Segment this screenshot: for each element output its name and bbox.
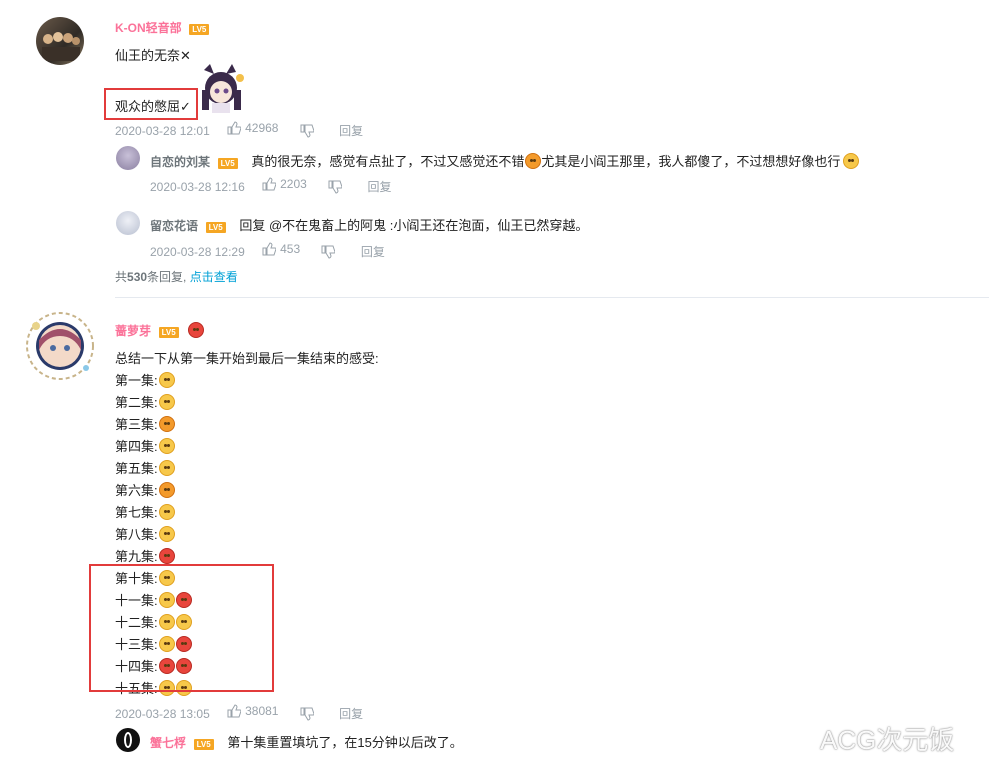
laughing-tears-emoji-icon: [843, 153, 860, 169]
avatar[interactable]: [36, 17, 84, 65]
username[interactable]: 蟹七桴: [150, 736, 186, 750]
level-badge: LV5: [189, 24, 210, 35]
episode-label: 第三集:: [115, 417, 158, 432]
comment-text-line: 仙王的无奈✕: [115, 48, 191, 63]
covering-mouth-emoji-icon: [158, 504, 175, 520]
level-badge: LV5: [193, 739, 214, 750]
divider: [115, 297, 989, 298]
highlight-box: [104, 88, 198, 120]
reply-row: 自恋的刘某 LV5 真的很无奈，感觉有点扯了，不过又感觉还不错 尤其是小阎王那里，…: [150, 151, 860, 170]
fan-medal-icon: [188, 322, 205, 338]
cry-emoji-icon: [158, 548, 175, 564]
reply-meta: 2020-03-28 12:29 453 回复: [150, 242, 385, 260]
level-badge: LV5: [158, 327, 179, 338]
timestamp: 2020-03-28 12:01: [115, 124, 210, 138]
avatar[interactable]: [116, 728, 140, 752]
anxious-emoji-icon: [158, 438, 175, 454]
thumbs-down-icon: [328, 180, 343, 194]
reply-text: 真的很无奈，感觉有点扯了，不过又感觉还不错: [251, 154, 525, 169]
comment-meta: 2020-03-28 12:01 42968 回复: [115, 121, 363, 139]
username[interactable]: 留恋花语: [150, 219, 198, 233]
episode-label: 第四集:: [115, 439, 158, 454]
episode-row: 第一集:: [115, 370, 175, 389]
reply-count: 530: [127, 270, 148, 284]
reply-text: 第十集重置填坑了，在15分钟以后改了。: [227, 735, 463, 750]
like-count: 42968: [245, 121, 279, 135]
username[interactable]: 自恋的刘某: [150, 155, 210, 169]
level-badge: LV5: [205, 222, 226, 233]
reply-button[interactable]: 回复: [339, 707, 363, 721]
comment-header: K-ON轻音部 LV5: [115, 19, 210, 36]
thumbs-up-icon: [262, 177, 277, 191]
thumbs-down-icon: [321, 245, 336, 259]
episode-row: 第三集:: [115, 414, 175, 433]
reply-button[interactable]: 回复: [339, 124, 363, 138]
comment-text-line: 总结一下从第一集开始到最后一集结束的感受:: [115, 351, 379, 366]
episode-label: 第五集:: [115, 461, 158, 476]
dislike-button[interactable]: [300, 124, 317, 138]
username[interactable]: 蔷萝芽: [115, 324, 151, 338]
comment-meta: 2020-03-28 13:05 38081 回复: [115, 704, 363, 722]
episode-row: 第五集:: [115, 458, 175, 477]
episode-label: 第九集:: [115, 549, 158, 564]
reply-row: 留恋花语 LV5 回复 @不在鬼畜上的阿鬼 :小阎王还在泡面，仙王已然穿越。: [150, 215, 588, 234]
thumbs-down-icon: [300, 707, 315, 721]
reply-meta: 2020-03-28 12:16 2203 回复: [150, 177, 392, 195]
reply-button[interactable]: 回复: [361, 245, 385, 259]
reply-text: 尤其是小阎王那里，我人都傻了，不过想想好像也行: [541, 154, 841, 169]
more-replies-suffix: 条回复,: [147, 270, 187, 284]
scared-emoji-icon: [158, 416, 175, 432]
more-replies-prefix: 共: [115, 270, 128, 284]
timestamp: 2020-03-28 12:29: [150, 245, 245, 259]
anime-girl-sticker-icon: [202, 64, 244, 113]
surprised-emoji-icon: [158, 394, 175, 410]
reply-button[interactable]: 回复: [367, 180, 391, 194]
episode-label: 第一集:: [115, 373, 158, 388]
reply-text: 回复 @不在鬼畜上的阿鬼 :小阎王还在泡面，仙王已然穿越。: [239, 218, 589, 233]
reply-row: 蟹七桴 LV5 第十集重置填坑了，在15分钟以后改了。: [150, 732, 463, 751]
thumbs-down-icon: [300, 124, 315, 138]
thumbs-up-icon: [262, 242, 277, 256]
avatar[interactable]: [24, 310, 96, 382]
episode-label: 第八集:: [115, 527, 158, 542]
dislike-button[interactable]: [328, 180, 345, 194]
username[interactable]: K-ON轻音部: [115, 21, 182, 35]
episode-row: 第四集:: [115, 436, 175, 455]
level-badge: LV5: [217, 158, 238, 169]
grin-emoji-icon: [158, 460, 175, 476]
smirk-emoji-icon: [158, 482, 175, 498]
highlight-box: [89, 564, 274, 692]
timestamp: 2020-03-28 12:16: [150, 180, 245, 194]
episode-row: 第七集:: [115, 502, 175, 521]
episode-label: 第七集:: [115, 505, 158, 520]
like-button[interactable]: 453: [262, 242, 300, 256]
shocked-emoji-icon: [158, 372, 175, 388]
like-count: 2203: [280, 177, 307, 191]
episode-row: 第六集:: [115, 480, 175, 499]
episode-row: 第八集:: [115, 524, 175, 543]
band-photo-icon: [42, 32, 80, 61]
view-replies-link[interactable]: 点击查看: [190, 270, 238, 284]
like-button[interactable]: 2203: [262, 177, 307, 191]
thumbs-up-icon: [227, 121, 242, 135]
episode-label: 第六集:: [115, 483, 158, 498]
thumbs-up-icon: [227, 704, 242, 718]
episode-row: 第九集:: [115, 546, 175, 565]
watermark: ACG次元饭: [820, 725, 955, 755]
dislike-button[interactable]: [321, 245, 338, 259]
comment-header: 蔷萝芽 LV5: [115, 322, 205, 339]
avatar[interactable]: [116, 146, 140, 170]
avatar[interactable]: [116, 211, 140, 235]
more-replies: 共530条回复, 点击查看: [115, 268, 238, 285]
timestamp: 2020-03-28 13:05: [115, 707, 210, 721]
smile-emoji-icon: [158, 526, 175, 542]
dislike-button[interactable]: [300, 707, 317, 721]
episode-label: 第二集:: [115, 395, 158, 410]
like-count: 453: [280, 242, 301, 256]
like-button[interactable]: 42968: [227, 121, 278, 135]
like-button[interactable]: 38081: [227, 704, 278, 718]
grin-emoji-icon: [525, 153, 542, 169]
like-count: 38081: [245, 704, 279, 718]
episode-row: 第二集:: [115, 392, 175, 411]
